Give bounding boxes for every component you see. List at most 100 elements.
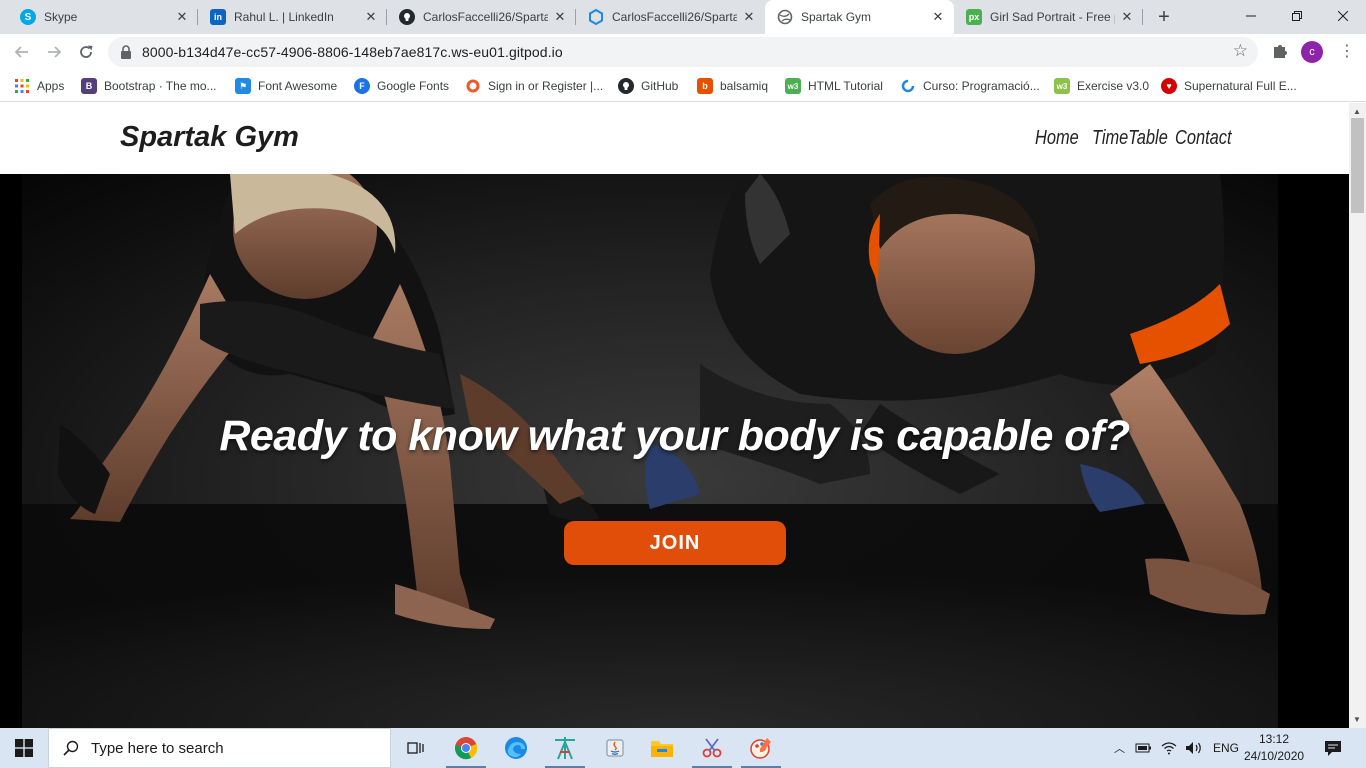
gitpod-icon [588,9,604,25]
pixabay-icon: px [966,9,982,25]
bookmark-label: Bootstrap · The mo... [104,79,217,93]
edge-icon[interactable] [492,728,540,768]
tab-title: Girl Sad Portrait - Free p [990,10,1115,24]
address-bar[interactable]: 8000-b134d47e-cc57-4906-8806-148eb7ae817… [108,37,1258,67]
nav-contact[interactable]: Contact [1175,127,1232,150]
scroll-up-icon[interactable]: ▲ [1353,107,1361,116]
app-icon[interactable] [541,728,589,768]
bookmark-label: balsamiq [720,79,769,93]
tab-spartak-gym[interactable]: Spartak Gym ✕ [765,0,954,34]
site-logo[interactable]: Spartak Gym [120,121,299,154]
w3schools-icon: w3 [1054,78,1070,94]
close-window-icon[interactable] [1320,0,1366,32]
forward-arrow-icon[interactable] [40,38,68,66]
close-icon[interactable]: ✕ [174,9,190,25]
lock-icon [121,45,131,59]
file-explorer-icon[interactable] [638,728,686,768]
tab-pixabay[interactable]: px Girl Sad Portrait - Free p ✕ [954,0,1143,34]
tab-title: CarlosFaccelli26/Spartak [612,10,737,24]
browser-toolbar: 8000-b134d47e-cc57-4906-8806-148eb7ae817… [0,34,1366,70]
new-tab-button[interactable]: + [1150,5,1178,29]
snipping-tool-icon[interactable] [688,728,736,768]
site-header: Spartak Gym Home TimeTable Contact [0,103,1349,174]
google-fonts-icon: F [354,78,370,94]
minimize-icon[interactable] [1228,0,1274,32]
close-icon[interactable]: ✕ [363,9,379,25]
bookmark-exercise[interactable]: w3 Exercise v3.0 [1054,76,1149,96]
nav-timetable[interactable]: TimeTable [1092,127,1168,150]
close-icon[interactable]: ✕ [1119,9,1135,25]
chevron-up-icon[interactable]: ︿ [1114,740,1125,756]
course-icon [900,78,916,94]
font-awesome-icon: ⚑ [235,78,251,94]
apps-grid-icon [14,78,30,94]
system-tray: ︿ ENG [1114,728,1239,768]
bookmark-label: Google Fonts [377,79,450,93]
hero-banner: Ready to know what your body is capable … [0,174,1349,728]
taskbar-search-box[interactable]: Type here to search [48,728,391,768]
bookmark-curso[interactable]: Curso: Programació... [900,76,1040,96]
task-view-icon[interactable] [392,728,440,768]
url-text: 8000-b134d47e-cc57-4906-8806-148eb7ae817… [142,44,563,60]
back-arrow-icon[interactable] [8,38,36,66]
clock-date: 24/10/2020 [1244,749,1305,763]
tab-title: Spartak Gym [801,10,872,24]
w3schools-icon: w3 [785,78,801,94]
java-icon[interactable] [591,728,639,768]
battery-icon[interactable] [1135,741,1153,755]
bookmark-star-icon[interactable]: ☆ [1233,41,1248,61]
wifi-icon[interactable] [1161,741,1177,755]
reload-icon[interactable] [72,38,100,66]
tab-github[interactable]: CarlosFaccelli26/Spartak ✕ [387,0,576,34]
bookmark-apps[interactable]: Apps [14,76,64,96]
language-indicator[interactable]: ENG [1213,741,1239,755]
bookmark-label: GitHub [641,79,679,93]
bookmark-label: Apps [37,79,65,93]
globe-icon [777,9,793,25]
bookmark-label: Curso: Programació... [923,79,1040,93]
supernatural-icon: ♥ [1161,78,1177,94]
scroll-down-icon[interactable]: ▼ [1353,715,1361,724]
close-icon[interactable]: ✕ [930,9,946,25]
bootstrap-icon: B [81,78,97,94]
tab-skype[interactable]: S Skype ✕ [8,0,198,34]
close-icon[interactable]: ✕ [741,9,757,25]
chrome-icon[interactable] [442,728,490,768]
profile-avatar[interactable]: c [1301,41,1323,63]
tab-title: Rahul L. | LinkedIn [234,10,334,24]
volume-icon[interactable] [1185,741,1203,755]
bookmark-label: HTML Tutorial [808,79,883,93]
bookmark-balsamiq[interactable]: b balsamiq [697,76,768,96]
github-icon [618,78,634,94]
tab-title: Skype [44,10,78,24]
restore-icon[interactable] [1274,0,1320,32]
bookmark-supernatural[interactable]: ♥ Supernatural Full E... [1161,76,1297,96]
tab-title: CarlosFaccelli26/Spartak [423,10,548,24]
kebab-menu-icon[interactable]: ⋮ [1337,40,1357,64]
bookmark-font-awesome[interactable]: ⚑ Font Awesome [235,76,337,96]
bookmark-label: Supernatural Full E... [1184,79,1297,93]
tab-linkedin[interactable]: in Rahul L. | LinkedIn ✕ [198,0,387,34]
tab-gitpod[interactable]: CarlosFaccelli26/Spartak ✕ [576,0,765,34]
bookmark-google-fonts[interactable]: F Google Fonts [354,76,449,96]
bookmark-github[interactable]: GitHub [618,76,678,96]
scrollbar-thumb[interactable] [1351,118,1364,213]
page-scrollbar[interactable]: ▲ ▼ [1349,103,1366,728]
bookmark-label: Sign in or Register |... [488,79,604,93]
extensions-puzzle-icon[interactable] [1270,41,1290,61]
bookmark-label: Font Awesome [258,79,338,93]
nav-home[interactable]: Home [1035,127,1079,150]
bookmark-label: Exercise v3.0 [1077,79,1150,93]
bookmark-bootstrap[interactable]: B Bootstrap · The mo... [81,76,217,96]
paint-icon[interactable] [737,728,785,768]
search-placeholder: Type here to search [91,739,224,757]
skype-icon: S [20,9,36,25]
bookmark-sign-in[interactable]: Sign in or Register |... [465,76,603,96]
notifications-icon[interactable] [1310,728,1356,768]
bookmark-html-tutorial[interactable]: w3 HTML Tutorial [785,76,883,96]
close-icon[interactable]: ✕ [552,9,568,25]
join-button[interactable]: JOIN [564,521,786,565]
windows-start-icon[interactable] [0,728,48,768]
system-clock[interactable]: 13:12 24/10/2020 [1244,731,1304,765]
linkedin-icon: in [210,9,226,25]
